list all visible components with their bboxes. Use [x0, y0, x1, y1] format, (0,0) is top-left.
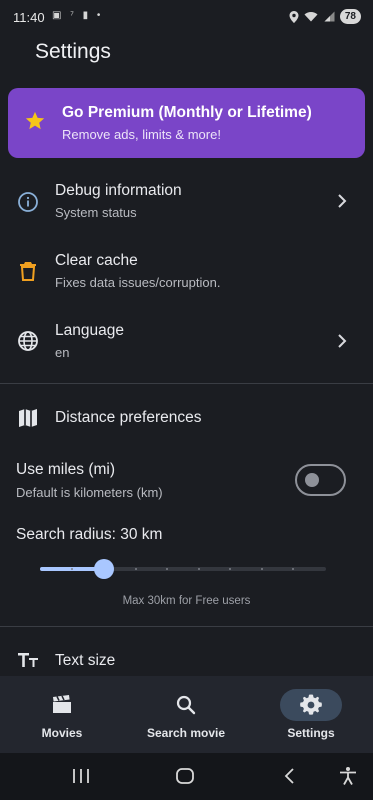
wifi-icon	[304, 12, 318, 22]
language-value: en	[55, 345, 70, 360]
settings-item-clear-cache[interactable]: Clear cache Fixes data issues/corruption…	[0, 240, 373, 302]
battery-indicator: 78	[339, 9, 361, 24]
system-navigation-bar	[0, 753, 373, 800]
gear-icon	[300, 694, 322, 715]
map-icon	[19, 409, 37, 427]
location-icon	[289, 10, 299, 23]
slider-tick	[261, 568, 263, 570]
nav-label: Movies	[41, 726, 83, 740]
language-title: Language	[55, 322, 124, 339]
back-icon[interactable]	[282, 767, 296, 785]
globe-icon	[18, 331, 38, 351]
toggle-knob	[305, 473, 319, 487]
notification-icons: ▣ ⁷ ▮ •	[52, 10, 104, 21]
nav-item-search-movie[interactable]: Search movie	[124, 676, 248, 753]
use-miles-title: Use miles (mi)	[16, 461, 116, 478]
trash-icon	[20, 262, 36, 281]
nav-item-settings[interactable]: Settings	[249, 676, 373, 753]
premium-subtitle: Remove ads, limits & more!	[62, 127, 221, 142]
debug-subtitle: System status	[55, 205, 137, 220]
slider-tick	[135, 568, 137, 570]
search-radius-label: Search radius: 30 km	[16, 526, 163, 543]
cache-title: Clear cache	[55, 252, 138, 269]
slider-tick	[292, 568, 294, 570]
radius-slider-thumb[interactable]	[94, 559, 114, 579]
slider-tick	[166, 568, 168, 570]
nav-item-movies[interactable]: Movies	[0, 676, 124, 753]
page-title: Settings	[35, 40, 111, 63]
slider-tick	[198, 568, 200, 570]
nav-label: Settings	[287, 726, 335, 740]
slider-limit-note: Max 30km for Free users	[122, 595, 251, 607]
section-divider	[0, 626, 373, 627]
nav-label: Search movie	[146, 726, 226, 740]
info-icon	[18, 192, 38, 212]
accessibility-icon[interactable]	[338, 766, 358, 786]
distance-section-title: Distance preferences	[55, 409, 202, 426]
settings-item-language[interactable]: Language en	[0, 310, 373, 372]
use-miles-toggle[interactable]	[295, 464, 346, 496]
signal-icon	[324, 11, 335, 22]
section-divider	[0, 383, 373, 384]
status-time: 11:40	[13, 10, 45, 25]
cache-subtitle: Fixes data issues/corruption.	[55, 275, 221, 290]
star-icon	[25, 111, 45, 130]
debug-title: Debug information	[55, 182, 182, 199]
home-icon[interactable]	[175, 767, 195, 785]
slider-tick	[229, 568, 231, 570]
premium-card[interactable]: Go Premium (Monthly or Lifetime) Remove …	[8, 88, 365, 158]
settings-item-debug[interactable]: Debug information System status	[0, 170, 373, 232]
status-bar: 11:40 ▣ ⁷ ▮ • 78	[0, 0, 373, 34]
slider-tick	[71, 568, 73, 570]
use-miles-subtitle: Default is kilometers (km)	[16, 485, 163, 500]
chevron-right-icon	[338, 334, 347, 348]
chevron-right-icon	[338, 194, 347, 208]
clapperboard-icon	[53, 695, 71, 713]
premium-title: Go Premium (Monthly or Lifetime)	[62, 104, 312, 121]
status-right-icons: 78	[289, 9, 361, 24]
search-icon	[176, 695, 196, 715]
text-size-icon	[18, 653, 38, 667]
text-size-title: Text size	[55, 652, 116, 669]
recents-icon[interactable]	[72, 768, 90, 784]
settings-item-text-size[interactable]: Text size	[0, 640, 373, 676]
